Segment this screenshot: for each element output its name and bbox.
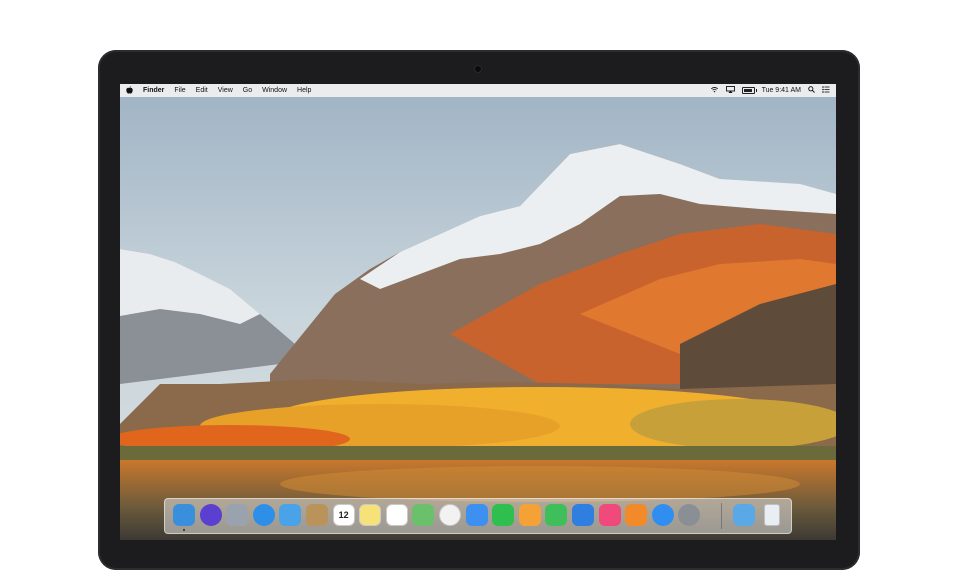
menu-window[interactable]: Window <box>262 87 287 94</box>
battery-icon[interactable] <box>741 87 757 94</box>
numbers-icon[interactable] <box>545 504 568 526</box>
ibooks-icon[interactable] <box>625 504 648 526</box>
system-preferences-icon[interactable] <box>678 504 701 526</box>
safari-icon[interactable] <box>252 504 275 526</box>
menu-go[interactable]: Go <box>243 87 252 94</box>
calendar-icon[interactable]: 12 <box>332 504 355 526</box>
downloads-folder-icon[interactable] <box>733 504 755 526</box>
siri-icon[interactable] <box>199 504 222 526</box>
maps-icon[interactable] <box>412 504 435 526</box>
launchpad-icon[interactable] <box>226 504 249 526</box>
trash-icon[interactable] <box>764 504 780 526</box>
dock: 12 <box>164 498 792 534</box>
keynote-icon[interactable] <box>572 504 594 526</box>
mail-icon[interactable] <box>279 504 302 526</box>
menu-file[interactable]: File <box>174 87 185 94</box>
finder-icon[interactable] <box>173 504 195 526</box>
menu-bar: Finder File Edit View Go Window Help Tue… <box>120 84 836 97</box>
desktop-screen: Finder File Edit View Go Window Help Tue… <box>120 84 836 540</box>
camera-icon <box>475 66 481 72</box>
facetime-icon[interactable] <box>492 504 515 526</box>
wifi-icon[interactable] <box>710 86 719 95</box>
pages-icon[interactable] <box>518 504 541 526</box>
itunes-icon[interactable] <box>598 504 621 526</box>
messages-icon[interactable] <box>465 504 488 526</box>
desktop-wallpaper <box>120 84 836 540</box>
clock-label[interactable]: Tue 9:41 AM <box>762 87 801 94</box>
reminders-icon[interactable] <box>385 504 408 526</box>
menu-help[interactable]: Help <box>297 87 311 94</box>
contacts-icon[interactable] <box>306 504 328 526</box>
menu-extras: Tue 9:41 AM <box>703 84 830 97</box>
running-indicator <box>183 529 185 531</box>
calendar-date-text: 12 <box>338 510 349 520</box>
finder-app-menu[interactable]: Finder <box>143 87 164 94</box>
menu-edit[interactable]: Edit <box>196 87 208 94</box>
menu-view[interactable]: View <box>218 87 233 94</box>
photos-icon[interactable] <box>439 504 461 526</box>
notes-icon[interactable] <box>359 504 382 526</box>
spotlight-search-icon[interactable] <box>808 86 815 95</box>
apple-menu-icon[interactable] <box>126 85 133 96</box>
notification-center-icon[interactable] <box>822 86 830 95</box>
app-store-icon[interactable] <box>651 504 674 526</box>
dock-separator <box>721 503 722 529</box>
airplay-icon[interactable] <box>725 86 735 95</box>
